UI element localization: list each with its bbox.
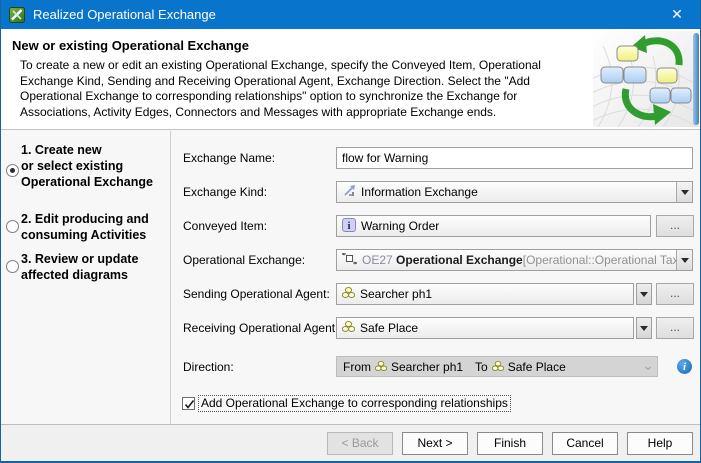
cancel-button[interactable]: Cancel	[552, 432, 618, 455]
step-radio-2[interactable]	[6, 220, 19, 233]
sending-agent-dropdown-button[interactable]	[636, 283, 652, 305]
step-radio-3[interactable]	[6, 260, 19, 273]
step-radio-1[interactable]	[6, 164, 19, 177]
sending-agent-label: Sending Operational Agent:	[183, 287, 330, 301]
page-title: New or existing Operational Exchange	[12, 38, 249, 53]
button-bar: < Back Next > Finish Cancel Help	[1, 425, 700, 461]
step-1-label[interactable]: 1. Create new or select existing Operati…	[21, 142, 171, 190]
chevron-down-icon: ⌄	[642, 357, 654, 374]
add-relationships-checkbox[interactable]	[182, 397, 195, 410]
exchange-kind-combobox[interactable]: Information Exchange	[336, 181, 693, 203]
svg-text:i: i	[347, 220, 350, 232]
step-3-label[interactable]: 3. Review or update affected diagrams	[21, 251, 171, 283]
sending-agent-value: Searcher ph1	[360, 287, 432, 301]
back-button: < Back	[327, 432, 393, 455]
wizard-header: New or existing Operational Exchange To …	[1, 29, 700, 130]
add-relationships-label[interactable]: Add Operational Exchange to correspondin…	[198, 395, 511, 412]
sending-agent-combobox[interactable]: Searcher ph1	[336, 283, 634, 305]
direction-to-word: To	[475, 360, 488, 374]
info-icon[interactable]: i	[677, 359, 692, 374]
dropdown-arrow-icon	[681, 190, 689, 195]
direction-label: Direction:	[183, 360, 234, 374]
operational-exchange-path: [Operational::Operational Tax...	[523, 253, 687, 267]
exchange-kind-label: Exchange Kind:	[183, 185, 267, 199]
close-button[interactable]: ✕	[654, 0, 700, 29]
exchange-kind-value: Information Exchange	[361, 185, 478, 199]
operational-exchange-value: OE27 Operational Exchange[Operational::O…	[362, 253, 687, 267]
operational-agent-icon	[375, 360, 387, 374]
conveyed-item-icon: i	[342, 218, 356, 235]
operational-exchange-combobox[interactable]: OE27 Operational Exchange[Operational::O…	[336, 249, 693, 271]
operational-exchange-dropdown-button[interactable]	[676, 250, 692, 270]
close-icon: ✕	[671, 6, 683, 23]
dialog-window: Realized Operational Exchange ✕ New or e…	[0, 0, 701, 463]
operational-agent-icon	[492, 360, 504, 374]
next-button[interactable]: Next >	[402, 432, 468, 455]
direction-from-value: Searcher ph1	[391, 360, 463, 374]
operational-exchange-illustration-icon	[593, 31, 699, 127]
conveyed-item-label: Conveyed Item:	[183, 219, 267, 233]
operational-agent-icon	[342, 287, 355, 301]
operational-exchange-label: Operational Exchange:	[183, 253, 305, 267]
operational-exchange-icon	[342, 253, 357, 268]
receiving-agent-combobox[interactable]: Safe Place	[336, 317, 634, 339]
receiving-agent-dropdown-button[interactable]	[636, 317, 652, 339]
dropdown-arrow-icon	[640, 326, 648, 331]
conveyed-item-field[interactable]: i Warning Order	[336, 215, 651, 237]
receiving-agent-value: Safe Place	[360, 321, 418, 335]
page-description: To create a new or edit an existing Oper…	[20, 58, 586, 120]
operational-exchange-id: OE27	[362, 253, 393, 267]
direction-from-word: From	[343, 360, 371, 374]
window-title: Realized Operational Exchange	[33, 7, 216, 22]
checkmark-icon	[183, 398, 196, 411]
information-exchange-icon	[342, 184, 356, 201]
receiving-agent-browse-button[interactable]: ...	[656, 317, 694, 339]
exchange-kind-dropdown-button[interactable]	[676, 182, 692, 202]
step-2-label[interactable]: 2. Edit producing and consuming Activiti…	[21, 211, 171, 243]
conveyed-item-value: Warning Order	[361, 219, 439, 233]
help-button[interactable]: Help	[627, 432, 693, 455]
app-icon	[9, 7, 25, 23]
dropdown-arrow-icon	[640, 292, 648, 297]
direction-to-value: Safe Place	[508, 360, 566, 374]
conveyed-item-browse-button[interactable]: ...	[656, 215, 694, 237]
direction-combobox-disabled: From Searcher ph1 To Safe Place ⌄	[336, 356, 658, 377]
finish-button[interactable]: Finish	[477, 432, 543, 455]
sending-agent-browse-button[interactable]: ...	[656, 283, 694, 305]
operational-agent-icon	[342, 321, 355, 335]
receiving-agent-label: Receiving Operational Agent:	[183, 321, 338, 335]
exchange-name-label: Exchange Name:	[183, 151, 275, 165]
exchange-name-input[interactable]	[336, 147, 693, 169]
dropdown-arrow-icon	[681, 258, 689, 263]
title-bar: Realized Operational Exchange ✕	[1, 0, 700, 29]
